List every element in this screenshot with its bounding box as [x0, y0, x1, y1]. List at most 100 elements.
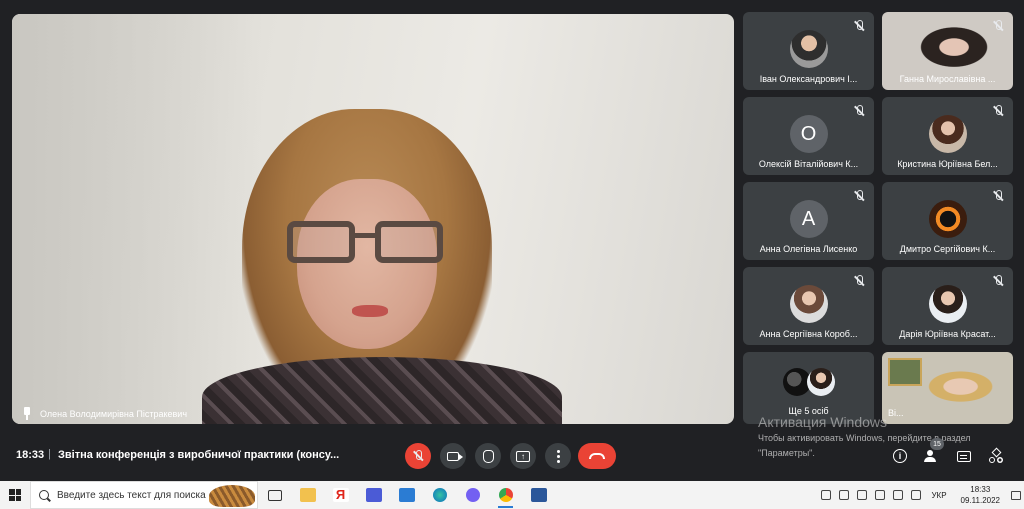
- phone-hangup-icon: [589, 453, 605, 459]
- mic-off-icon: [853, 105, 865, 117]
- battery-tray-icon[interactable]: [911, 490, 922, 500]
- chrome-icon: [498, 488, 513, 502]
- windows-taskbar: Введите здесь текст для поиска Я УКР 18:…: [0, 481, 1024, 509]
- notification-icon: [1011, 490, 1021, 500]
- participant-tile[interactable]: Анна Сергіївна Короб...: [743, 267, 874, 345]
- viber-icon: [465, 488, 480, 502]
- clock-time: 18:33: [970, 485, 991, 494]
- hedgehog-decoration-icon: [209, 485, 255, 507]
- participant-name: Ві...: [888, 408, 904, 418]
- main-speaker-video[interactable]: Олена Володимирівна Пістракевич: [12, 14, 734, 424]
- mic-off-icon: [853, 190, 865, 202]
- mail-button[interactable]: [390, 481, 423, 509]
- edge-icon: [432, 488, 447, 502]
- mic-off-icon: [992, 105, 1004, 117]
- edge-button[interactable]: [423, 481, 456, 509]
- windows-logo-icon: [9, 489, 21, 501]
- task-view-button[interactable]: [258, 481, 291, 509]
- participant-tile[interactable]: А Анна Олегівна Лисенко: [743, 182, 874, 260]
- camera-icon: [447, 451, 463, 461]
- participant-name: Іван Олександрович І...: [759, 74, 858, 84]
- yandex-browser-button[interactable]: Я: [324, 481, 357, 509]
- speaker-name-label: Олена Володимирівна Пістракевич: [22, 407, 187, 420]
- participants-count-badge: 15: [930, 438, 944, 450]
- avatar: [928, 115, 967, 153]
- participant-video-tile[interactable]: Ганна Мирославівна ...: [882, 12, 1013, 90]
- system-tray: УКР 18:33 09.11.2022: [817, 481, 1024, 509]
- camera-toggle-button[interactable]: [440, 443, 466, 469]
- chrome-button[interactable]: [489, 481, 522, 509]
- word-icon: [530, 488, 547, 502]
- network-tray-icon[interactable]: [893, 490, 904, 500]
- avatar: [928, 200, 967, 238]
- people-tray-icon[interactable]: [821, 490, 832, 500]
- volume-tray-icon[interactable]: [875, 490, 886, 500]
- activities-button[interactable]: [987, 447, 1005, 465]
- avatar: [789, 30, 828, 68]
- meeting-title[interactable]: Звітна конференція з виробничої практики…: [58, 449, 339, 461]
- participant-name: Дмитро Сергійович К...: [899, 244, 996, 254]
- yandex-icon: Я: [332, 488, 349, 502]
- notes-app-button[interactable]: [357, 481, 390, 509]
- raise-hand-button[interactable]: [475, 443, 501, 469]
- more-options-button[interactable]: [545, 443, 571, 469]
- mic-off-icon: [412, 450, 424, 462]
- participant-name: Анна Олегівна Лисенко: [759, 244, 858, 254]
- participant-name: Анна Сергіївна Короб...: [759, 329, 858, 339]
- search-icon: [39, 490, 49, 500]
- end-call-button[interactable]: [578, 443, 616, 469]
- mic-off-icon: [992, 275, 1004, 287]
- participant-name: Ганна Мирославівна ...: [899, 74, 996, 84]
- chat-icon: [957, 450, 971, 462]
- speaker-name: Олена Володимирівна Пістракевич: [40, 408, 188, 419]
- more-participants-label: Ще 5 осіб: [788, 406, 829, 416]
- mic-off-icon: [992, 20, 1004, 32]
- participant-name: Олексій Віталійович К...: [758, 159, 859, 169]
- activities-icon: [989, 449, 1003, 463]
- avatar: А: [789, 200, 828, 238]
- mic-off-icon: [992, 190, 1004, 202]
- present-icon: ↑: [516, 450, 530, 462]
- task-view-icon: [267, 489, 282, 501]
- chat-button[interactable]: [955, 447, 973, 465]
- notes-icon: [365, 488, 382, 502]
- mail-icon: [398, 488, 415, 502]
- clock-date: 09.11.2022: [960, 496, 1000, 505]
- meeting-details-button[interactable]: i: [891, 447, 909, 465]
- more-participants-tile[interactable]: Ще 5 осіб: [743, 352, 874, 424]
- viber-button[interactable]: [456, 481, 489, 509]
- participant-name: Кристина Юріївна Бел...: [897, 159, 998, 169]
- participant-tile[interactable]: Іван Олександрович І...: [743, 12, 874, 90]
- speaker-figure: [202, 109, 562, 424]
- more-vert-icon: [556, 449, 560, 463]
- participant-tile[interactable]: Кристина Юріївна Бел...: [882, 97, 1013, 175]
- mic-toggle-button[interactable]: [405, 443, 431, 469]
- start-button[interactable]: [0, 481, 30, 509]
- cloud-tray-icon[interactable]: [857, 490, 868, 500]
- word-button[interactable]: [522, 481, 555, 509]
- file-explorer-button[interactable]: [291, 481, 324, 509]
- hand-icon: [482, 449, 494, 463]
- mic-off-icon: [853, 275, 865, 287]
- more-avatars: [782, 368, 835, 396]
- participant-tile[interactable]: Дмитро Сергійович К...: [882, 182, 1013, 260]
- avatar: [928, 285, 967, 323]
- info-icon: i: [893, 449, 907, 463]
- avatar: [789, 285, 828, 323]
- search-placeholder: Введите здесь текст для поиска: [57, 489, 206, 501]
- notifications-button[interactable]: [1008, 481, 1024, 509]
- meeting-time: 18:33: [16, 449, 45, 461]
- participant-tile[interactable]: О Олексій Віталійович К...: [743, 97, 874, 175]
- avatar: О: [789, 115, 828, 153]
- present-screen-button[interactable]: ↑: [510, 443, 536, 469]
- participant-tile[interactable]: Дарія Юріївна Красат...: [882, 267, 1013, 345]
- pin-icon[interactable]: [22, 407, 32, 420]
- taskbar-search[interactable]: Введите здесь текст для поиска: [30, 481, 258, 509]
- language-indicator[interactable]: УКР: [931, 491, 946, 500]
- participant-name: Дарія Юріївна Красат...: [899, 329, 996, 339]
- taskbar-clock[interactable]: 18:33 09.11.2022: [961, 484, 1000, 506]
- camera-tray-icon[interactable]: [839, 490, 850, 500]
- participant-video-tile[interactable]: Ві...: [882, 352, 1013, 424]
- mic-off-icon: [853, 20, 865, 32]
- separator: |: [48, 448, 51, 460]
